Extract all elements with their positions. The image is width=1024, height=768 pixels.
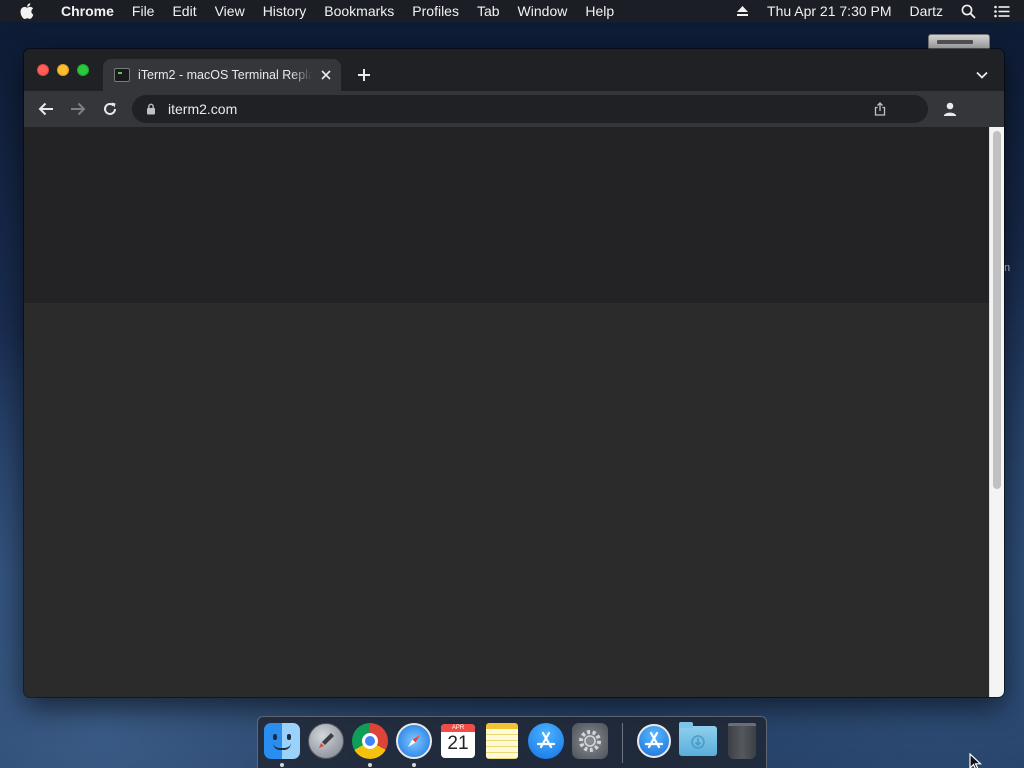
trash-icon: [728, 723, 756, 759]
safari-compass-icon: [396, 723, 432, 759]
desktop-disk-icon[interactable]: [928, 34, 990, 50]
page-header-band: [24, 127, 989, 303]
dock-app-store-2[interactable]: [635, 722, 673, 760]
menu-tab[interactable]: Tab: [468, 0, 509, 22]
dock-chrome[interactable]: [351, 722, 389, 760]
back-arrow-icon[interactable]: [35, 98, 57, 120]
window-controls: [37, 64, 89, 76]
close-tab-icon[interactable]: [318, 67, 334, 83]
chrome-window: iTerm2 - macOS Terminal Replacement iter…: [24, 49, 1004, 697]
desktop-peek-label: n: [1004, 262, 1011, 274]
notification-center-icon[interactable]: [985, 5, 1024, 18]
dock-system-preferences[interactable]: [571, 722, 609, 760]
profile-avatar-icon[interactable]: [939, 98, 961, 120]
dock-app-store[interactable]: [527, 722, 565, 760]
browser-toolbar: iterm2.com: [24, 91, 1004, 127]
running-indicator: [368, 763, 372, 767]
reload-icon[interactable]: [99, 98, 121, 120]
share-icon[interactable]: [872, 101, 888, 117]
apple-icon[interactable]: [16, 0, 38, 22]
menu-history[interactable]: History: [254, 0, 316, 22]
spotlight-search-icon[interactable]: [952, 4, 985, 19]
running-indicator: [280, 763, 284, 767]
menubar-user[interactable]: Dartz: [901, 0, 952, 22]
eject-icon[interactable]: [727, 5, 758, 17]
finder-icon: [264, 723, 300, 759]
forward-arrow-icon[interactable]: [67, 98, 89, 120]
calendar-month: APR: [441, 724, 475, 732]
minimize-window-button[interactable]: [57, 64, 69, 76]
new-tab-button[interactable]: [354, 65, 374, 85]
dock-launchpad[interactable]: [307, 722, 345, 760]
downloads-folder-icon: [679, 722, 717, 756]
mouse-pointer-icon: [969, 752, 983, 768]
url-text[interactable]: iterm2.com: [168, 101, 237, 117]
gear-icon: [572, 723, 608, 759]
menu-view[interactable]: View: [206, 0, 254, 22]
lock-icon[interactable]: [144, 102, 158, 116]
tab-iterm2[interactable]: iTerm2 - macOS Terminal Replacement: [103, 59, 341, 91]
menu-file[interactable]: File: [123, 0, 164, 22]
tab-strip: iTerm2 - macOS Terminal Replacement: [24, 49, 1004, 91]
menu-app-chrome[interactable]: Chrome: [52, 0, 123, 22]
dock-calendar[interactable]: APR 21: [439, 722, 477, 760]
launchpad-icon: [308, 723, 344, 759]
scrollbar-thumb[interactable]: [993, 131, 1001, 489]
app-store-icon: [528, 723, 564, 759]
calendar-day: 21: [447, 733, 469, 754]
tab-title: iTerm2 - macOS Terminal Replacement: [138, 68, 312, 82]
menu-help[interactable]: Help: [576, 0, 623, 22]
dock-notes[interactable]: [483, 722, 521, 760]
address-bar[interactable]: iterm2.com: [132, 95, 928, 123]
app-store-icon: [637, 724, 671, 758]
page-viewport[interactable]: [24, 127, 989, 697]
iterm2-favicon: [114, 68, 130, 82]
chrome-icon: [352, 723, 388, 759]
dock-downloads-folder[interactable]: [679, 722, 717, 760]
menubar-clock[interactable]: Thu Apr 21 7:30 PM: [758, 0, 901, 22]
dock-safari[interactable]: [395, 722, 433, 760]
dock-divider: [622, 723, 623, 763]
calendar-icon: APR 21: [441, 724, 475, 758]
vertical-scrollbar[interactable]: [989, 127, 1004, 697]
dock-finder[interactable]: [263, 722, 301, 760]
close-window-button[interactable]: [37, 64, 49, 76]
running-indicator: [412, 763, 416, 767]
menu-profiles[interactable]: Profiles: [403, 0, 468, 22]
menu-bar: Chrome File Edit View History Bookmarks …: [0, 0, 1024, 22]
menu-bookmarks[interactable]: Bookmarks: [315, 0, 403, 22]
dock: APR 21: [257, 716, 767, 768]
dock-trash[interactable]: [723, 722, 761, 760]
notes-icon: [486, 723, 518, 759]
menu-edit[interactable]: Edit: [163, 0, 205, 22]
menu-window[interactable]: Window: [509, 0, 577, 22]
tab-search-chevron-icon[interactable]: [972, 65, 992, 85]
zoom-window-button[interactable]: [77, 64, 89, 76]
